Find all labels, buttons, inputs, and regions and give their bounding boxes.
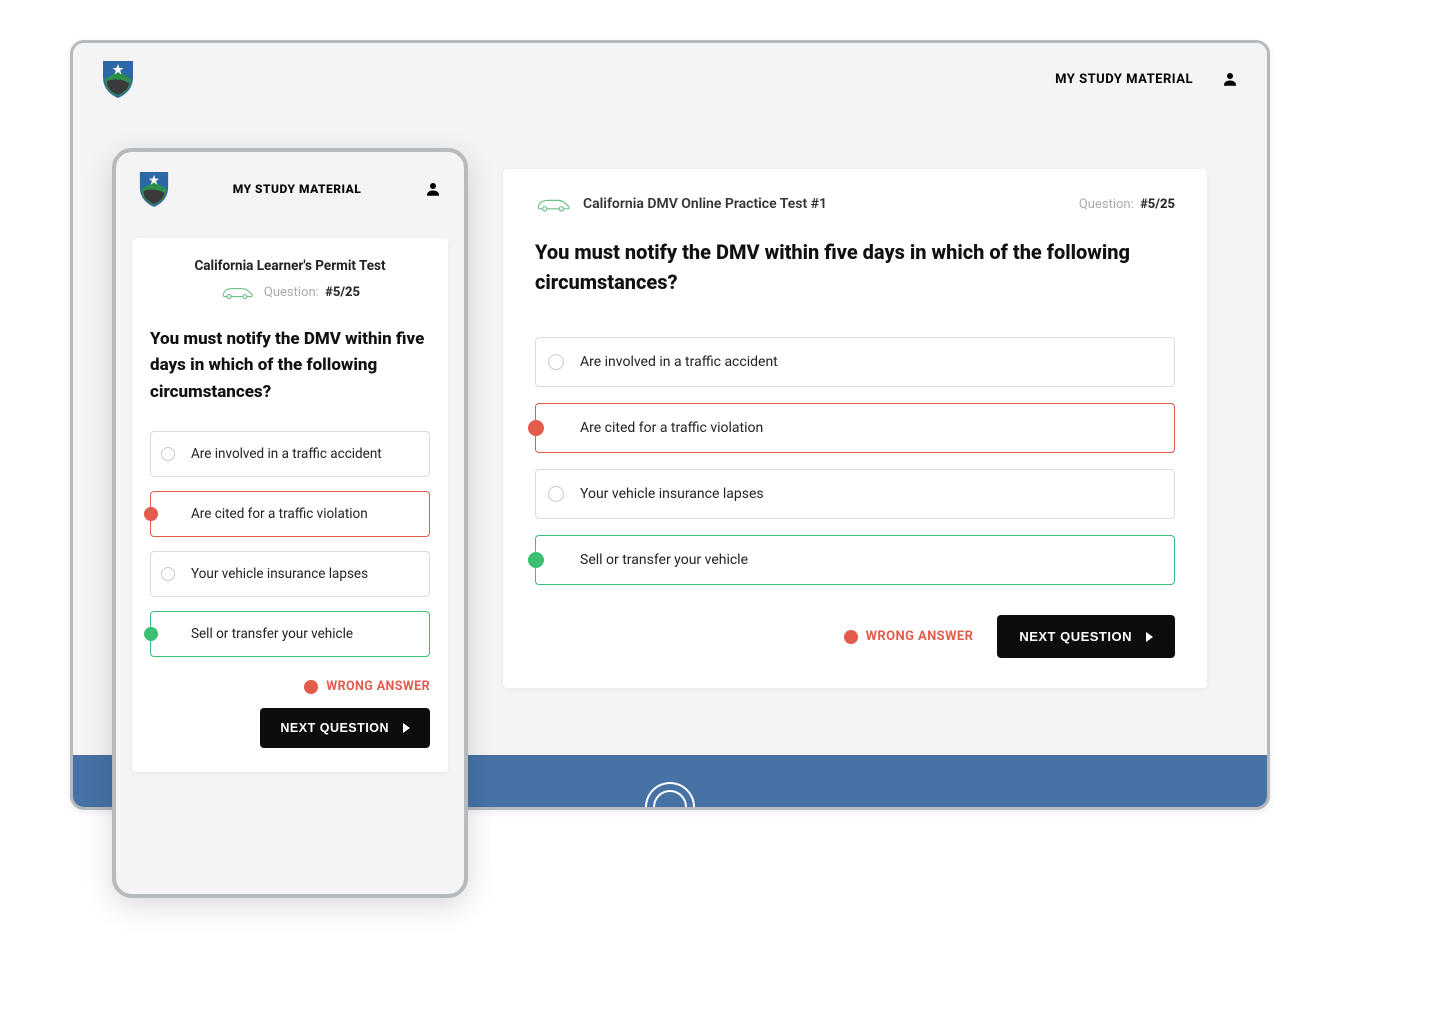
radio-icon: [528, 420, 544, 436]
radio-icon: [548, 486, 564, 502]
mobile-header: MY STUDY MATERIAL: [116, 152, 464, 220]
option-text: Sell or transfer your vehicle: [580, 552, 748, 568]
question-counter: Question: #5/25: [1079, 197, 1175, 212]
radio-icon: [528, 552, 544, 568]
question-number: #5/25: [325, 285, 360, 300]
next-button-label: NEXT QUESTION: [280, 721, 389, 735]
option-text: Your vehicle insurance lapses: [580, 486, 764, 502]
test-title: California Learner's Permit Test: [150, 258, 430, 274]
wrong-answer-text: WRONG ANSWER: [866, 629, 974, 644]
quiz-card: California DMV Online Practice Test #1 Q…: [503, 169, 1207, 688]
question-text: You must notify the DMV within five days…: [150, 326, 430, 405]
option-text: Are cited for a traffic violation: [191, 506, 368, 522]
arrow-right-icon: [403, 723, 410, 733]
shield-logo-icon: [138, 170, 170, 208]
car-icon: [220, 284, 254, 300]
options-list: Are involved in a traffic accident Are c…: [150, 431, 430, 657]
wrong-answer-label: WRONG ANSWER: [844, 629, 974, 644]
feedback-row: WRONG ANSWER NEXT QUESTION: [535, 615, 1175, 658]
wrong-dot-icon: [304, 680, 318, 694]
option-text: Are involved in a traffic accident: [191, 446, 382, 462]
option-text: Are cited for a traffic violation: [580, 420, 763, 436]
radio-icon: [161, 567, 175, 581]
shield-logo-icon: [101, 59, 135, 99]
my-study-material-link[interactable]: MY STUDY MATERIAL: [233, 182, 362, 196]
option-2[interactable]: Are cited for a traffic violation: [150, 491, 430, 537]
radio-icon: [548, 354, 564, 370]
quiz-header-left: California DMV Online Practice Test #1: [535, 195, 827, 213]
option-text: Your vehicle insurance lapses: [191, 566, 368, 582]
next-question-button[interactable]: NEXT QUESTION: [997, 615, 1175, 658]
option-4[interactable]: Sell or transfer your vehicle: [535, 535, 1175, 585]
my-study-material-link[interactable]: MY STUDY MATERIAL: [1055, 72, 1193, 87]
next-row: NEXT QUESTION: [150, 708, 430, 748]
question-counter-row: Question: #5/25: [150, 284, 430, 300]
arrow-right-icon: [1146, 632, 1153, 642]
quiz-card: California Learner's Permit Test Questio…: [132, 238, 448, 772]
radio-icon: [144, 627, 158, 641]
option-3[interactable]: Your vehicle insurance lapses: [535, 469, 1175, 519]
user-icon[interactable]: [424, 180, 442, 198]
user-icon[interactable]: [1221, 70, 1239, 88]
header-right-group: MY STUDY MATERIAL: [1055, 70, 1239, 88]
next-question-button[interactable]: NEXT QUESTION: [260, 708, 430, 748]
radio-icon: [161, 447, 175, 461]
question-label: Question:: [264, 285, 319, 300]
option-text: Sell or transfer your vehicle: [191, 626, 353, 642]
option-1[interactable]: Are involved in a traffic accident: [535, 337, 1175, 387]
question-counter: Question: #5/25: [264, 285, 360, 300]
option-4[interactable]: Sell or transfer your vehicle: [150, 611, 430, 657]
quiz-header-row: California DMV Online Practice Test #1 Q…: [535, 195, 1175, 213]
option-3[interactable]: Your vehicle insurance lapses: [150, 551, 430, 597]
options-list: Are involved in a traffic accident Are c…: [535, 337, 1175, 585]
question-label: Question:: [1079, 197, 1134, 212]
mobile-device-frame: MY STUDY MATERIAL California Learner's P…: [112, 148, 468, 898]
option-2[interactable]: Are cited for a traffic violation: [535, 403, 1175, 453]
option-1[interactable]: Are involved in a traffic accident: [150, 431, 430, 477]
question-number: #5/25: [1140, 197, 1175, 212]
option-text: Are involved in a traffic accident: [580, 354, 778, 370]
question-text: You must notify the DMV within five days…: [535, 237, 1175, 297]
radio-icon: [144, 507, 158, 521]
wrong-answer-text: WRONG ANSWER: [326, 679, 430, 694]
desktop-header: MY STUDY MATERIAL: [73, 43, 1267, 109]
car-icon: [535, 195, 571, 213]
next-button-label: NEXT QUESTION: [1019, 629, 1132, 644]
test-title: California DMV Online Practice Test #1: [583, 196, 827, 212]
footer-arc-icon: [645, 782, 695, 807]
wrong-dot-icon: [844, 630, 858, 644]
wrong-answer-label: WRONG ANSWER: [150, 679, 430, 694]
